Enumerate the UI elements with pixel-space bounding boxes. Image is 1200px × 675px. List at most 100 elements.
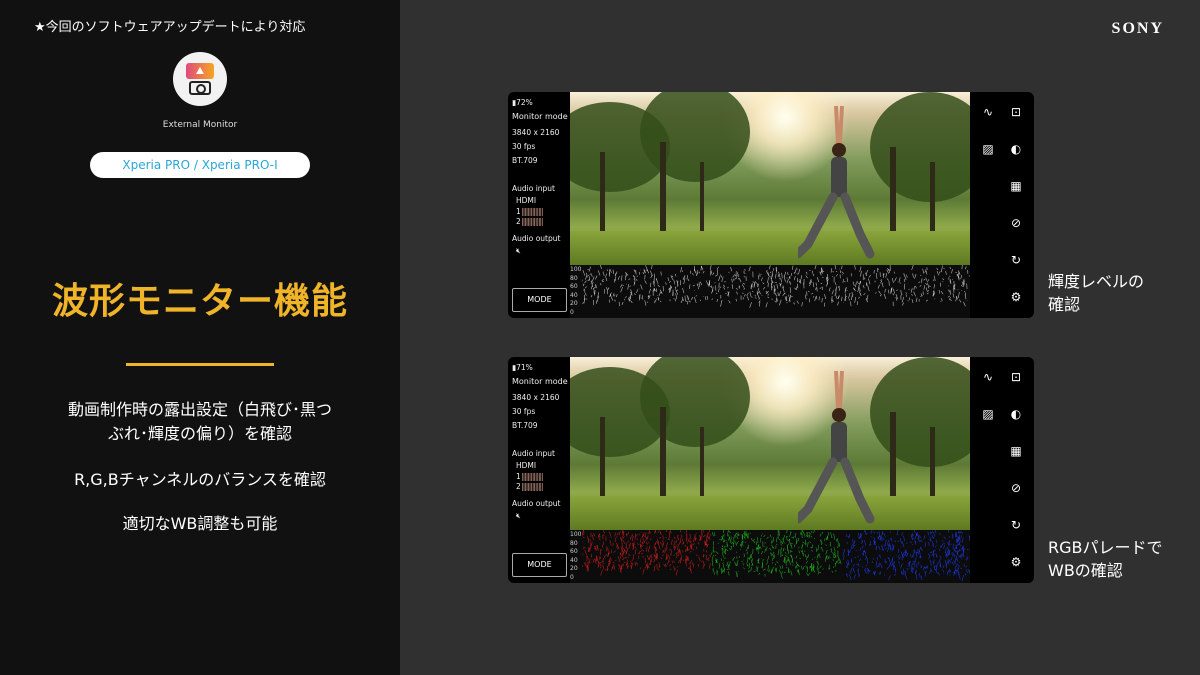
waveform-trace bbox=[794, 566, 797, 569]
brightness-icon[interactable]: ◐ bbox=[1008, 406, 1024, 422]
waveform-trace bbox=[727, 286, 729, 289]
waveform-trace bbox=[745, 546, 749, 552]
rotate-180-icon[interactable]: ↻ bbox=[1008, 517, 1024, 533]
waveform-trace bbox=[884, 539, 887, 546]
waveform-trace bbox=[629, 554, 631, 556]
waveform-trace bbox=[942, 281, 944, 283]
waveform-trace bbox=[668, 554, 671, 559]
waveform-icon[interactable]: ∿ bbox=[980, 369, 996, 385]
unlock-icon[interactable]: ⊡ bbox=[1008, 104, 1024, 120]
waveform-trace bbox=[592, 559, 595, 563]
description-line-2: ぶれ･輝度の偏り）を確認 bbox=[107, 424, 292, 443]
unlock-icon[interactable]: ⊡ bbox=[1008, 369, 1024, 385]
waveform-trace bbox=[659, 536, 662, 539]
waveform-trace bbox=[780, 573, 783, 579]
rgb-parade-icon[interactable]: ▨ bbox=[980, 141, 996, 157]
waveform-trace bbox=[965, 566, 968, 568]
waveform-trace bbox=[800, 550, 803, 553]
waveform-trace bbox=[783, 275, 786, 282]
waveform-trace bbox=[918, 281, 920, 284]
waveform-trace bbox=[813, 537, 815, 540]
display-off-icon[interactable]: ⊘ bbox=[1008, 480, 1024, 496]
waveform-trace bbox=[925, 299, 929, 302]
waveform-trace bbox=[630, 561, 633, 566]
waveform-trace bbox=[658, 568, 660, 571]
waveform-trace bbox=[835, 286, 837, 291]
waveform-trace bbox=[702, 530, 704, 533]
waveform-trace bbox=[605, 287, 608, 290]
waveform-trace bbox=[801, 301, 803, 307]
waveform-trace bbox=[614, 294, 616, 297]
waveform-trace bbox=[793, 302, 796, 305]
waveform-trace bbox=[735, 541, 737, 546]
waveform-trace bbox=[833, 551, 836, 554]
waveform-trace bbox=[879, 293, 882, 297]
waveform-trace bbox=[864, 557, 867, 560]
mode-button[interactable]: MODE bbox=[512, 553, 567, 577]
grid-icon[interactable]: ▦ bbox=[1008, 178, 1024, 194]
waveform-trace bbox=[787, 272, 789, 276]
battery-indicator: ▮72% bbox=[512, 98, 533, 107]
waveform-trace bbox=[757, 536, 759, 543]
waveform-trace bbox=[910, 541, 913, 544]
waveform-trace bbox=[706, 543, 709, 548]
waveform-trace bbox=[943, 267, 945, 270]
speaker-mute-icon[interactable]: 🔇︎ bbox=[516, 246, 521, 256]
mode-button[interactable]: MODE bbox=[512, 288, 567, 312]
waveform-trace bbox=[850, 295, 853, 301]
waveform-trace bbox=[863, 277, 866, 280]
waveform-trace bbox=[818, 553, 821, 559]
waveform-trace bbox=[644, 565, 647, 569]
waveform-trace bbox=[650, 274, 653, 279]
waveform-trace bbox=[836, 546, 839, 549]
waveform-trace bbox=[749, 570, 751, 572]
grid-icon[interactable]: ▦ bbox=[1008, 443, 1024, 459]
waveform-icon[interactable]: ∿ bbox=[980, 104, 996, 120]
waveform-trace bbox=[895, 555, 897, 557]
waveform-trace bbox=[744, 272, 746, 275]
brightness-icon[interactable]: ◐ bbox=[1008, 141, 1024, 157]
waveform-trace bbox=[860, 270, 862, 277]
waveform-trace bbox=[833, 534, 836, 540]
waveform-trace bbox=[842, 550, 845, 556]
waveform-trace bbox=[658, 545, 661, 550]
waveform-trace bbox=[767, 555, 770, 561]
info-panel: ▮72% Monitor mode 3840 x 2160 30 fps BT.… bbox=[508, 92, 570, 318]
waveform-trace bbox=[922, 566, 925, 571]
waveform-trace bbox=[805, 275, 808, 279]
rgb-parade-icon[interactable]: ▨ bbox=[980, 406, 996, 422]
speaker-mute-icon[interactable]: 🔇︎ bbox=[516, 511, 521, 521]
waveform-trace bbox=[873, 531, 876, 534]
waveform-trace bbox=[789, 531, 792, 538]
waveform-trace bbox=[920, 540, 923, 543]
waveform-trace bbox=[942, 278, 945, 281]
display-off-icon[interactable]: ⊘ bbox=[1008, 215, 1024, 231]
waveform-trace bbox=[846, 561, 848, 565]
waveform-trace bbox=[960, 567, 962, 570]
waveform-trace bbox=[753, 540, 756, 544]
waveform-trace bbox=[743, 287, 745, 290]
waveform-trace bbox=[697, 563, 700, 567]
waveform-trace bbox=[649, 555, 651, 561]
waveform-trace bbox=[784, 296, 787, 301]
waveform-trace bbox=[614, 299, 617, 302]
waveform-trace bbox=[859, 547, 862, 551]
waveform-trace bbox=[590, 561, 592, 563]
waveform-trace bbox=[917, 561, 920, 564]
waveform-trace bbox=[817, 277, 820, 283]
waveform-trace bbox=[662, 286, 664, 292]
waveform-trace bbox=[820, 547, 824, 552]
waveform-trace bbox=[613, 561, 615, 564]
waveform-trace bbox=[771, 561, 774, 564]
settings-gear-icon[interactable]: ⚙ bbox=[1008, 554, 1024, 570]
waveform-trace bbox=[667, 277, 669, 281]
waveform-trace bbox=[891, 277, 894, 284]
rotate-180-icon[interactable]: ↻ bbox=[1008, 252, 1024, 268]
waveform-trace bbox=[849, 574, 852, 580]
settings-gear-icon[interactable]: ⚙ bbox=[1008, 289, 1024, 305]
waveform-trace bbox=[690, 540, 692, 543]
waveform-trace bbox=[814, 265, 817, 270]
waveform-trace bbox=[821, 542, 823, 544]
waveform-trace bbox=[822, 270, 825, 273]
waveform-trace bbox=[914, 285, 917, 289]
